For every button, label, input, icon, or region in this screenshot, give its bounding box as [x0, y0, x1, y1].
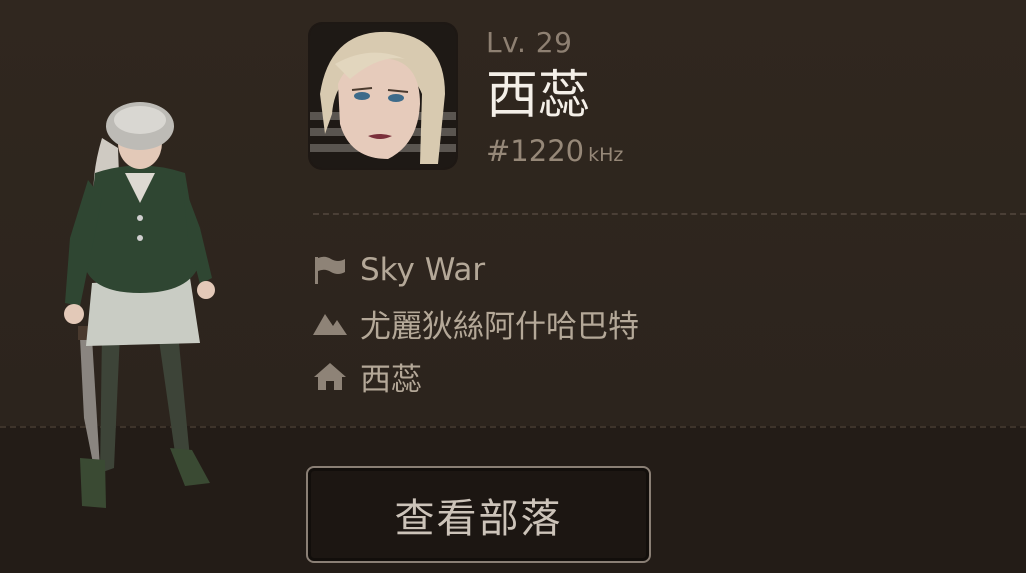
- home-icon: [312, 360, 348, 392]
- region-row: 尤麗狄絲阿什哈巴特: [312, 303, 639, 345]
- home-name: 西蕊: [360, 361, 422, 398]
- tribe-name: Sky War: [360, 252, 486, 288]
- player-level: Lv. 29: [486, 26, 573, 59]
- info-divider: [313, 213, 1026, 215]
- avatar-portrait: [310, 24, 456, 168]
- frequency-value: #1220: [486, 134, 585, 168]
- home-row: 西蕊: [312, 356, 422, 398]
- player-frequency: #1220 kHz: [486, 134, 623, 168]
- player-name: 西蕊: [486, 66, 591, 126]
- flag-icon: [312, 254, 348, 286]
- view-tribe-label: 查看部落: [394, 495, 563, 542]
- view-tribe-button[interactable]: 查看部落: [306, 466, 651, 563]
- character-model: [64, 102, 215, 508]
- region-name: 尤麗狄絲阿什哈巴特: [360, 308, 639, 345]
- frequency-unit: kHz: [588, 144, 624, 166]
- mountain-icon: [312, 307, 348, 339]
- player-avatar[interactable]: [310, 24, 456, 168]
- tribe-row: Sky War: [312, 250, 485, 290]
